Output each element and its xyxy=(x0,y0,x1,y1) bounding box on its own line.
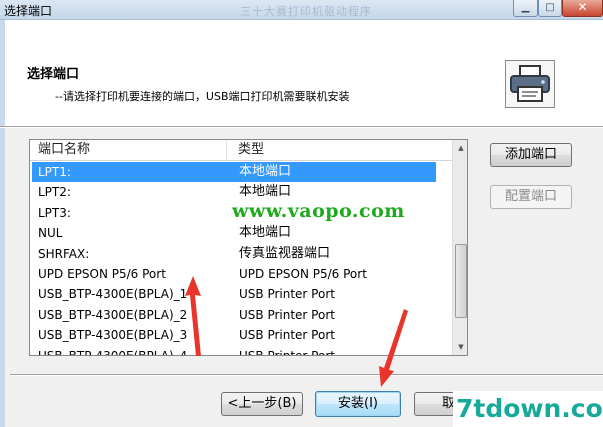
watermark-vaopo: www.vaopo.com xyxy=(232,200,405,222)
port-name: USB_BTP-4300E(BPLA)_2 xyxy=(38,307,188,322)
port-name: USB_BTP-4300E(BPLA)_1 xyxy=(38,287,188,302)
port-name: LPT2: xyxy=(38,185,71,200)
blurred-background-title: 三十大赛打印机驱动程序 xyxy=(240,5,372,18)
column-header-port-name[interactable]: 端口名称 xyxy=(30,140,227,160)
back-button[interactable]: <上一步(B) xyxy=(221,392,303,416)
table-row[interactable]: NUL 本地端口 xyxy=(30,223,452,243)
table-row[interactable]: USB_BTP-4300E(BPLA)_1 USB Printer Port xyxy=(30,284,452,304)
column-header-type[interactable]: 类型 xyxy=(230,140,450,160)
port-type: 本地端口 xyxy=(239,225,292,241)
config-port-button[interactable]: 配置端口 xyxy=(490,185,572,209)
close-icon: ✕ xyxy=(577,0,588,14)
install-button[interactable]: 安装(I) xyxy=(315,391,401,417)
port-name: USB_BTP-4300E(BPLA)_3 xyxy=(38,328,188,343)
port-type: USB Printer Port xyxy=(239,287,335,302)
port-type: USB Printer Port xyxy=(239,328,335,343)
add-port-button[interactable]: 添加端口 xyxy=(490,143,572,167)
port-name: USB_BTP-4300E(BPLA)_4 xyxy=(38,348,188,356)
port-type: USB Printer Port xyxy=(239,307,335,322)
minimize-button[interactable]: ▁ xyxy=(513,0,538,17)
scroll-thumb[interactable] xyxy=(455,244,467,318)
port-type: UPD EPSON P5/6 Port xyxy=(239,266,367,281)
page-title: 选择端口 xyxy=(27,67,80,82)
port-name: LPT1: xyxy=(38,165,71,179)
page-subtitle: --请选择打印机要连接的端口，USB端口打印机需要联机安装 xyxy=(55,90,350,103)
port-list[interactable]: 端口名称 类型 LPT1: 本地端口 LPT2: 本地端口 LPT3: NUL … xyxy=(29,139,468,356)
title-bar[interactable]: 选择端口 三十大赛打印机驱动程序 ▁ □ ✕ xyxy=(0,0,603,20)
minimize-icon: ▁ xyxy=(521,2,530,13)
port-list-scrollbar[interactable]: ▲ ▼ xyxy=(452,140,467,355)
table-row[interactable]: SHRFAX: 传真监视器端口 xyxy=(30,244,452,264)
port-type: 本地端口 xyxy=(239,164,292,179)
table-row[interactable]: USB_BTP-4300E(BPLA)_2 USB Printer Port xyxy=(30,305,452,325)
wizard-header: 选择端口 --请选择打印机要连接的端口，USB端口打印机需要联机安装 xyxy=(0,20,603,126)
port-name: LPT3: xyxy=(38,205,71,220)
scroll-up-arrow-icon[interactable]: ▲ xyxy=(453,140,467,156)
port-name: NUL xyxy=(38,226,63,241)
table-row[interactable]: UPD EPSON P5/6 Port UPD EPSON P5/6 Port xyxy=(30,264,452,284)
table-row[interactable]: USB_BTP-4300E(BPLA)_4 USB Printer Port xyxy=(30,346,452,356)
table-row[interactable]: USB_BTP-4300E(BPLA)_3 USB Printer Port xyxy=(30,325,452,345)
port-list-rows: LPT1: 本地端口 LPT2: 本地端口 LPT3: NUL 本地端口 SHR… xyxy=(30,162,452,356)
maximize-icon: □ xyxy=(545,2,555,13)
port-type: 传真监视器端口 xyxy=(239,245,331,261)
port-name: SHRFAX: xyxy=(38,246,90,261)
footer-divider xyxy=(10,374,603,376)
table-row[interactable]: LPT1: 本地端口 xyxy=(32,162,436,183)
close-button[interactable]: ✕ xyxy=(562,0,603,17)
maximize-button[interactable]: □ xyxy=(538,0,562,17)
window-title: 选择端口 xyxy=(4,4,53,18)
scroll-down-arrow-icon[interactable]: ▼ xyxy=(453,339,467,355)
port-list-header: 端口名称 类型 xyxy=(30,140,452,161)
watermark-7down: 7tdown.com xyxy=(453,391,603,427)
port-name: UPD EPSON P5/6 Port xyxy=(38,266,166,281)
port-type: USB Printer Port xyxy=(239,348,335,356)
printer-icon xyxy=(505,60,555,108)
